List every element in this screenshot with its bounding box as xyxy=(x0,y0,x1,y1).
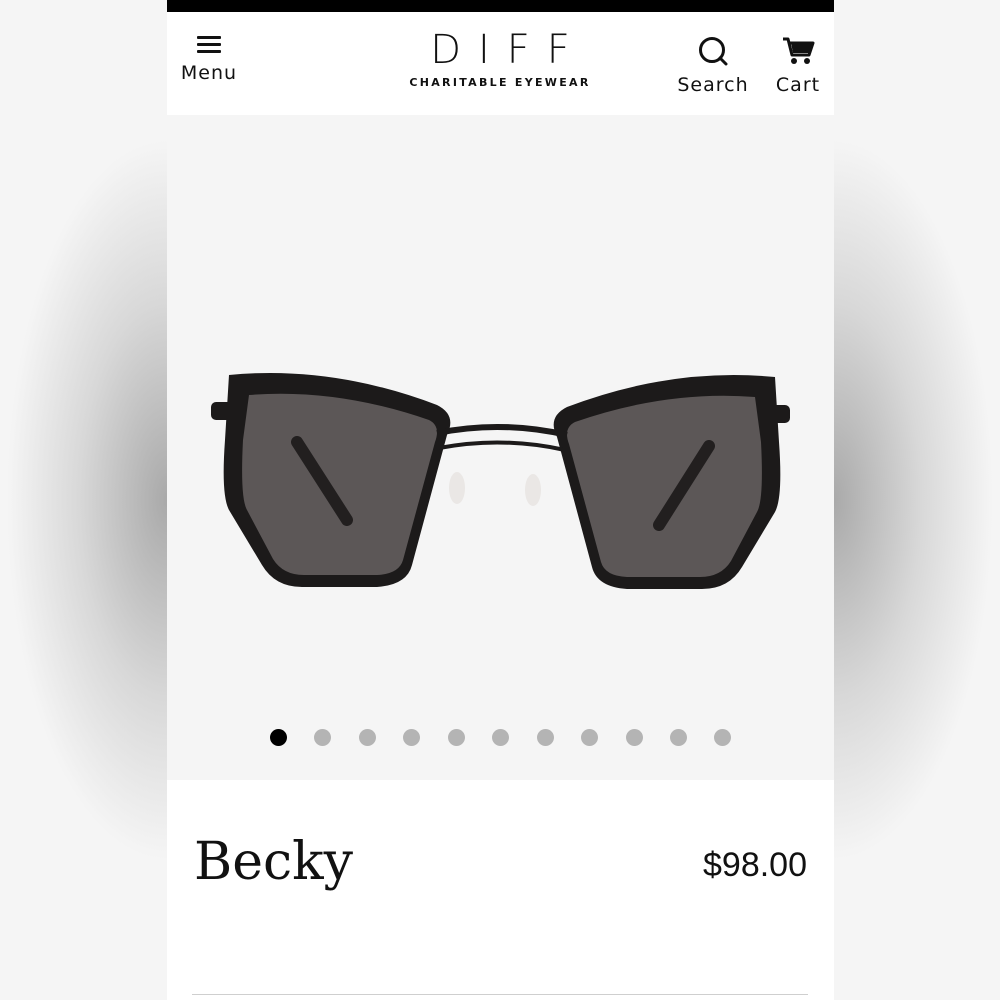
site-header: Menu DIFF CHARITABLE EYEWEAR Search Cart xyxy=(167,12,834,115)
pagination-dot-11[interactable] xyxy=(714,729,731,746)
product-info: Becky $98.00 xyxy=(167,780,834,1000)
logo-wordmark: DIFF xyxy=(430,27,587,73)
image-pagination xyxy=(167,729,834,749)
product-price: $98.00 xyxy=(703,846,807,884)
pagination-dot-4[interactable] xyxy=(403,729,420,746)
pagination-dot-8[interactable] xyxy=(581,729,598,746)
pagination-dot-10[interactable] xyxy=(670,729,687,746)
menu-label: Menu xyxy=(180,62,238,84)
pagination-dot-2[interactable] xyxy=(314,729,331,746)
divider xyxy=(192,994,808,995)
cart-button[interactable]: Cart xyxy=(773,36,823,96)
sunglasses-image xyxy=(211,373,790,589)
product-name: Becky xyxy=(194,832,353,892)
hamburger-icon xyxy=(197,36,221,54)
diff-logo[interactable]: DIFF CHARITABLE EYEWEAR xyxy=(397,28,603,89)
pagination-dot-9[interactable] xyxy=(626,729,643,746)
search-label: Search xyxy=(677,74,749,96)
menu-button[interactable]: Menu xyxy=(179,36,239,84)
search-button[interactable]: Search xyxy=(677,36,749,96)
pagination-dot-5[interactable] xyxy=(448,729,465,746)
background-blur-left xyxy=(0,0,167,1000)
search-icon xyxy=(699,37,728,66)
status-bar xyxy=(167,0,834,12)
pagination-dot-3[interactable] xyxy=(359,729,376,746)
background-blur-right xyxy=(833,0,1000,1000)
phone-screen: Menu DIFF CHARITABLE EYEWEAR Search Cart xyxy=(167,0,834,1000)
cart-label: Cart xyxy=(775,74,821,96)
product-image-gallery[interactable] xyxy=(167,115,834,780)
pagination-dot-7[interactable] xyxy=(537,729,554,746)
pagination-dot-6[interactable] xyxy=(492,729,509,746)
logo-tagline: CHARITABLE EYEWEAR xyxy=(409,76,591,89)
pagination-dot-1[interactable] xyxy=(270,729,287,746)
cart-icon xyxy=(783,37,815,64)
